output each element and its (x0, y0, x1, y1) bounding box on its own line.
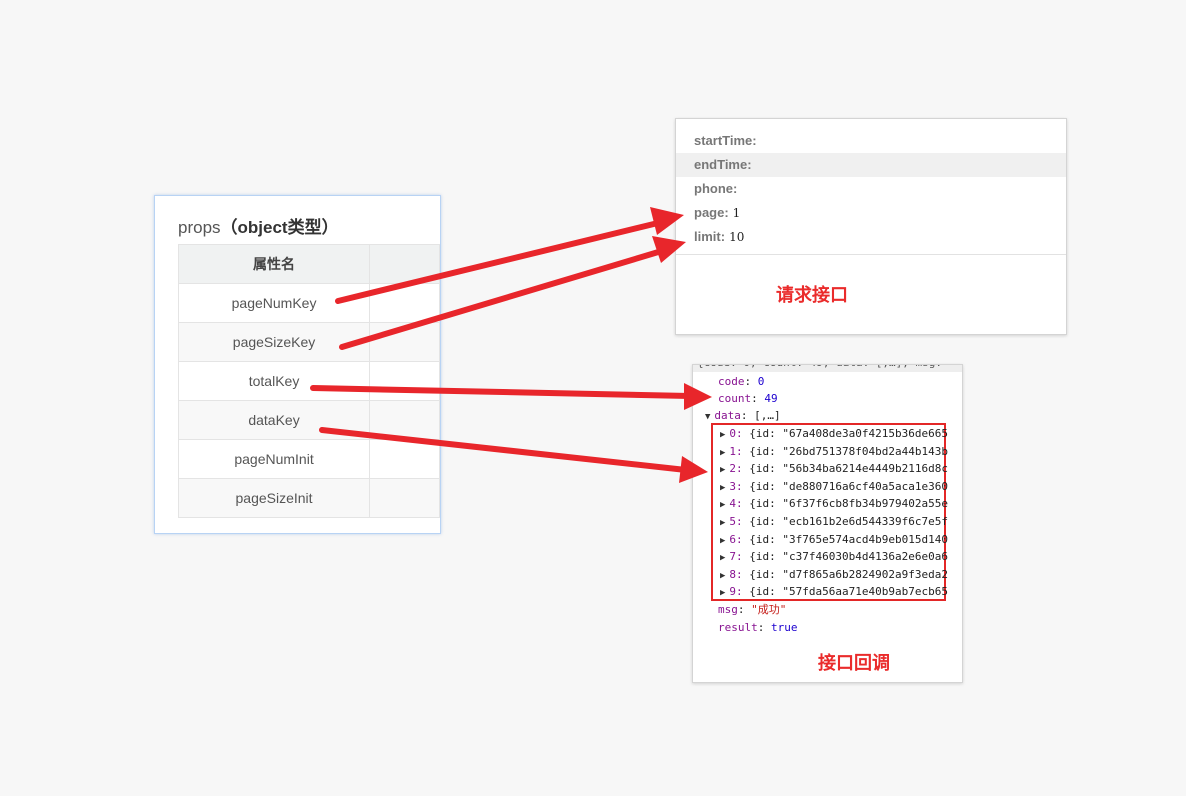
param-key: phone: (694, 181, 738, 196)
triangle-right-icon[interactable]: ▶ (720, 571, 725, 581)
param-row-endtime: endTime: (676, 153, 1066, 177)
param-row-page: page: 1 (676, 201, 1066, 225)
data-item[interactable]: ▶ 0: {id: "67a408de3a0f4215b36de665 (720, 425, 948, 443)
param-row-starttime: startTime: (676, 129, 1066, 153)
param-key: startTime: (694, 133, 757, 148)
request-caption: 请求接口 (776, 285, 848, 305)
table-cell-pagenuminit: pageNumInit (177, 439, 371, 479)
response-data-toggle[interactable]: ▼ data: [,…] (705, 407, 781, 424)
request-params-panel: startTime: endTime: phone: page: 1 limit:… (675, 118, 1067, 335)
data-item[interactable]: ▶ 1: {id: "26bd751378f04bd2a44b143b (720, 443, 948, 461)
response-msg: msg: "成功" (718, 603, 787, 616)
data-item[interactable]: ▶ 8: {id: "d7f865a6b2824902a9f3eda2 (720, 566, 948, 584)
response-caption: 接口回调 (818, 653, 890, 673)
response-result: result: true (718, 621, 798, 634)
param-value: 1 (732, 206, 741, 220)
props-title-type: （object类型） (220, 218, 339, 237)
triangle-right-icon[interactable]: ▶ (720, 518, 725, 528)
table-cell-pagenumkey: pageNumKey (177, 283, 371, 323)
table-cell-totalkey: totalKey (177, 361, 371, 401)
triangle-right-icon[interactable]: ▶ (720, 448, 725, 458)
data-item[interactable]: ▶ 2: {id: "56b34ba6214e4449b2116d8c (720, 460, 948, 478)
response-count: count: 49 (718, 392, 778, 405)
table-cell-datakey: dataKey (177, 400, 371, 440)
triangle-right-icon[interactable]: ▶ (720, 536, 725, 546)
data-item[interactable]: ▶ 9: {id: "57fda56aa71e40b9ab7ecb65 (720, 583, 948, 601)
column-header-attr-name: 属性名 (177, 244, 371, 284)
triangle-right-icon[interactable]: ▶ (720, 465, 725, 475)
response-code: code: 0 (718, 375, 765, 388)
param-row-phone: phone: (676, 177, 1066, 201)
column-header-empty (369, 244, 440, 284)
props-panel: props（object类型） 属性名 pageNumKey pageSizeK… (154, 195, 441, 534)
table-cell-pagesizeinit: pageSizeInit (177, 478, 371, 518)
props-title: props（object类型） (178, 213, 339, 238)
triangle-right-icon[interactable]: ▶ (720, 588, 725, 598)
param-row-limit: limit: 10 (676, 225, 1066, 249)
response-panel: {code: 0, count: 49, data: [,…], msg: co… (692, 364, 963, 683)
data-item[interactable]: ▶ 5: {id: "ecb161b2e6d544339f6c7e5f (720, 513, 948, 531)
triangle-right-icon[interactable]: ▶ (720, 430, 725, 440)
param-key: limit: (694, 229, 726, 244)
param-key: endTime: (694, 157, 752, 172)
data-item[interactable]: ▶ 6: {id: "3f765e574acd4b9eb015d140 (720, 531, 948, 549)
table-cell-pagesizekey: pageSizeKey (177, 322, 371, 362)
data-item[interactable]: ▶ 4: {id: "6f37f6cb8fb34b979402a55e (720, 495, 948, 513)
data-item[interactable]: ▶ 3: {id: "de880716a6cf40a5aca1e360 (720, 478, 948, 496)
props-table: 属性名 pageNumKey pageSizeKey totalKey data… (177, 244, 440, 518)
data-item[interactable]: ▶ 7: {id: "c37f46030b4d4136a2e6e0a6 (720, 548, 948, 566)
triangle-right-icon[interactable]: ▶ (720, 553, 725, 563)
param-value: 10 (729, 230, 745, 244)
param-key: page: (694, 205, 729, 220)
triangle-down-icon[interactable]: ▼ (705, 412, 710, 422)
triangle-right-icon[interactable]: ▶ (720, 483, 725, 493)
divider (676, 254, 1066, 255)
response-summary: {code: 0, count: 49, data: [,…], msg: (693, 365, 962, 372)
props-title-prefix: props (178, 218, 221, 237)
triangle-right-icon[interactable]: ▶ (720, 500, 725, 510)
